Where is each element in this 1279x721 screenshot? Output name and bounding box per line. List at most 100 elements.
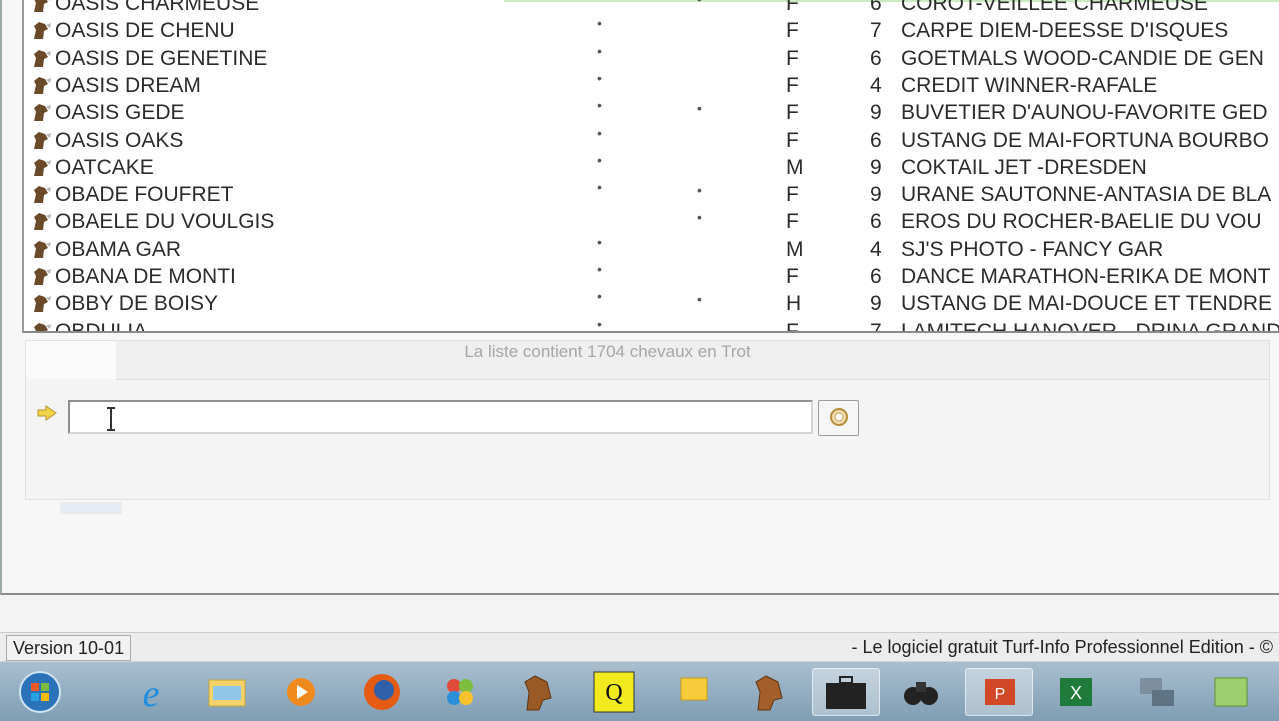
horse-sex: F — [786, 46, 799, 70]
flag-dot-2: • — [697, 100, 702, 117]
flag-dot-1: • — [597, 42, 602, 59]
horse-name: OBDULIA — [55, 319, 148, 333]
horse-icon — [34, 0, 51, 12]
horse-sex: M — [786, 155, 804, 179]
svg-text:P: P — [995, 686, 1006, 703]
horse-name: OASIS GEDE — [55, 101, 185, 125]
flag-dot-1: • — [597, 179, 602, 196]
search-button[interactable] — [818, 400, 859, 436]
svg-text:X: X — [1070, 683, 1082, 703]
list-item[interactable]: OBADE FOUFRET • • F 9 URANE SAUTONNE-ANTASIA … — [24, 179, 1279, 208]
svg-text:e: e — [143, 673, 160, 715]
firefox-icon[interactable] — [358, 668, 406, 716]
flag-dot-1: • — [597, 0, 602, 10]
search-icon — [830, 408, 848, 426]
horse-list[interactable]: OASIS CHARMEUSE • • F 6 COROT-VEILLEE CHARMEU… — [22, 0, 1279, 333]
briefcase-icon — [826, 676, 866, 709]
horse-pedigree: URANE SAUTONNE-ANTASIA DE BLA — [901, 183, 1272, 207]
list-item[interactable]: OBBY DE BOISY • • H 9 USTANG DE MAI-DOUCE ET … — [24, 288, 1279, 317]
horse-pedigree: LAMITECH HANOVER - DRINA GRAND — [901, 319, 1279, 333]
horse-sex: F — [786, 101, 799, 125]
horse-name: OASIS DE GENETINE — [55, 46, 268, 70]
horse-age: 9 — [870, 292, 882, 316]
flag-dot-1: • — [597, 151, 602, 168]
flag-dot-1: • — [597, 69, 602, 86]
tab-indicator — [60, 502, 122, 514]
list-item[interactable]: OASIS DE GENETINE • F 6 GOETMALS WOOD-CANDIE… — [24, 43, 1279, 72]
horse-pedigree: COKTAIL JET -DRESDEN — [901, 155, 1147, 179]
horse-pedigree: DANCE MARATHON-ERIKA DE MONT — [901, 265, 1271, 288]
list-item[interactable]: OASIS GEDE • • F 9 BUVETIER D'AUNOU-FAVORITE … — [24, 97, 1279, 126]
list-item[interactable]: OASIS DREAM • F 4 CREDIT WINNER-RAFALE — [24, 70, 1279, 99]
list-item[interactable]: OASIS CHARMEUSE • • F 6 COROT-VEILLEE CHARMEU… — [24, 0, 1279, 17]
horse-age: 6 — [870, 128, 882, 152]
horse-icon — [34, 49, 51, 67]
horse-icon — [34, 158, 51, 176]
flag-dot-1: • — [597, 261, 602, 277]
horse-icon — [34, 240, 51, 258]
briefcase-button[interactable] — [812, 668, 880, 716]
horse-age: 9 — [870, 155, 882, 179]
list-item[interactable]: OATCAKE • M 9 COKTAIL JET -DRESDEN — [24, 152, 1279, 181]
horse-pedigree: GOETMALS WOOD-CANDIE DE GEN — [901, 46, 1264, 70]
horse-pedigree: CARPE DIEM-DEESSE D'ISQUES — [901, 19, 1229, 43]
horse-sex: F — [786, 265, 799, 288]
horse-icon — [34, 131, 51, 149]
flag-dot-2: • — [697, 182, 702, 199]
start-orb-icon[interactable] — [16, 668, 64, 716]
horse-pedigree: COROT-VEILLEE CHARMEUSE — [901, 0, 1208, 15]
horse-icon — [34, 268, 51, 285]
horse-app-2-icon[interactable] — [744, 668, 792, 716]
horse-name: OASIS OAKS — [55, 128, 184, 152]
horse-app-icon[interactable] — [513, 668, 561, 716]
horse-name: OASIS CHARMEUSE — [55, 0, 260, 15]
flag-dot-1: • — [597, 233, 602, 250]
horse-age: 9 — [870, 101, 882, 125]
status-bar: Version 10-01 - Le logiciel gratuit Turf… — [0, 632, 1279, 662]
horse-pedigree: SJ'S PHOTO - FANCY GAR — [901, 237, 1164, 261]
search-input[interactable] — [68, 400, 813, 434]
arrow-right-icon — [37, 405, 57, 421]
binoculars-icon[interactable] — [897, 668, 945, 716]
excel-icon[interactable]: X — [1052, 668, 1100, 716]
flag-dot-1: • — [597, 124, 602, 141]
list-item[interactable]: OBAMA GAR • M 4 SJ'S PHOTO - FANCY GAR — [24, 234, 1279, 263]
windows-live-icon[interactable] — [436, 668, 484, 716]
media-player-icon[interactable] — [277, 668, 325, 716]
horse-pedigree: USTANG DE MAI-DOUCE ET TENDRE — [901, 292, 1273, 316]
list-item[interactable]: OBDULIA • F 7 LAMITECH HANOVER - DRINA GRAND — [24, 316, 1279, 333]
internet-explorer-icon[interactable]: e — [127, 668, 175, 716]
credit-text: - Le logiciel gratuit Turf-Info Professi… — [851, 637, 1273, 657]
horse-icon — [34, 186, 51, 204]
horse-icon — [34, 104, 51, 122]
list-item[interactable]: OASIS OAKS • F 6 USTANG DE MAI-FORTUNA BOURB… — [24, 125, 1279, 154]
powerpoint-icon: P — [985, 679, 1015, 705]
horse-name: OBBY DE BOISY — [55, 292, 219, 316]
flag-dot-1: • — [597, 315, 602, 332]
file-explorer-icon[interactable] — [203, 668, 251, 716]
horse-name: OBADE FOUFRET — [55, 183, 234, 207]
flag-dot-1: • — [597, 288, 602, 305]
horse-name: OASIS DREAM — [55, 73, 201, 97]
list-item[interactable]: OASIS DE CHENU • F 7 CARPE DIEM-DEESSE D'ISQ… — [24, 15, 1279, 44]
horse-age: 6 — [870, 0, 882, 15]
horse-icon — [34, 76, 51, 94]
text-cursor-icon — [107, 407, 115, 431]
taskbar: e Q P X — [0, 661, 1279, 721]
horse-sex: F — [786, 128, 799, 152]
horse-sex: F — [786, 183, 799, 207]
q-app-icon[interactable]: Q — [590, 668, 638, 716]
horse-name: OASIS DE CHENU — [55, 19, 235, 43]
horse-sex: M — [786, 237, 804, 261]
flag-dot-2: • — [697, 291, 702, 308]
horse-icon — [34, 295, 51, 313]
list-item[interactable]: OBAELE DU VOULGIS • F 6 EROS DU ROCHER-BAELI… — [24, 208, 1279, 235]
horse-sex: F — [786, 0, 799, 15]
horse-age: 4 — [870, 237, 882, 261]
powerpoint-button[interactable]: P — [965, 668, 1033, 716]
green-app-icon[interactable] — [1207, 668, 1255, 716]
sticky-notes-icon[interactable] — [669, 668, 717, 716]
network-icon[interactable] — [1132, 668, 1180, 716]
list-item[interactable]: OBANA DE MONTI • F 6 DANCE MARATHON-ERIKA DE… — [24, 261, 1279, 290]
horse-sex: F — [786, 319, 799, 333]
